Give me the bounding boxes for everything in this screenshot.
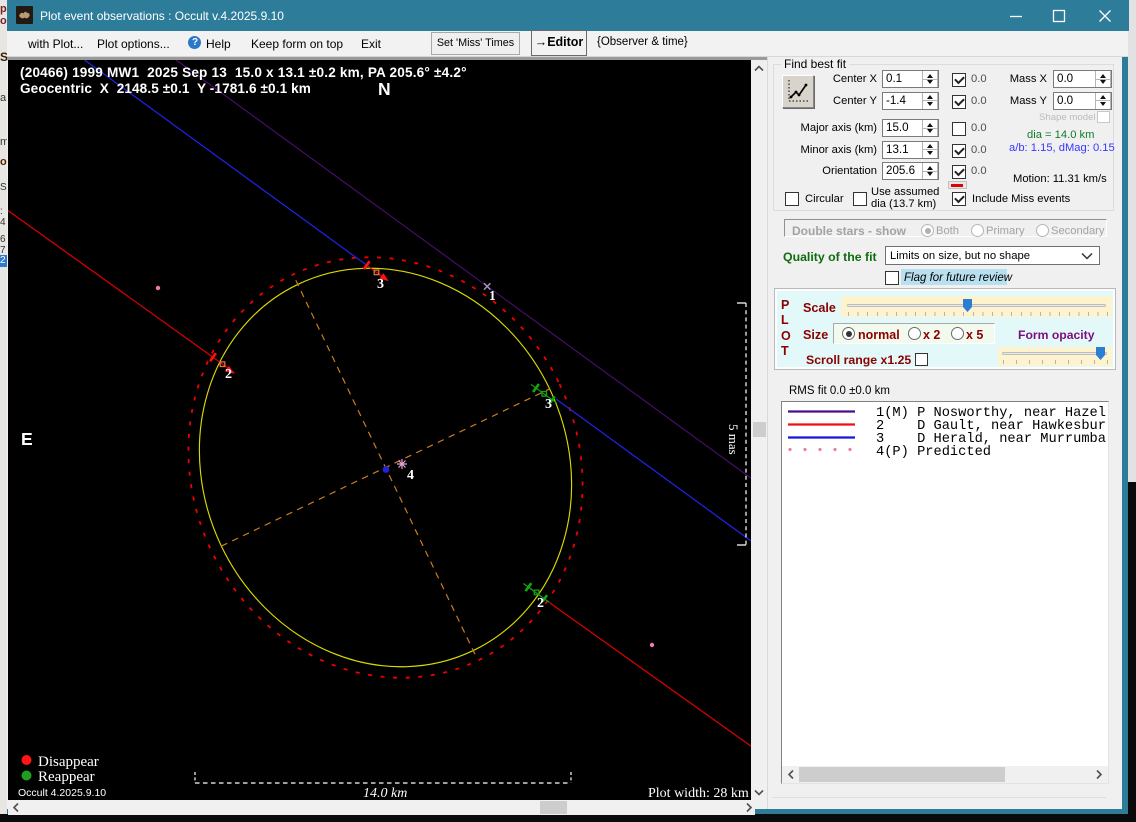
svg-text:Geocentric X 2148.5 ±0.1 Y: Geocentric X 2148.5 ±0.1 Y -1781.6 ±0.1 … bbox=[20, 81, 311, 96]
svg-text:3: 3 bbox=[545, 397, 552, 412]
svg-text:Disappear: Disappear bbox=[38, 754, 99, 770]
svg-text:5 mas: 5 mas bbox=[726, 424, 741, 455]
svg-text:14.0 km: 14.0 km bbox=[363, 786, 407, 800]
svg-text:2: 2 bbox=[537, 596, 544, 611]
svg-text:Plot width: 28 km: Plot width: 28 km bbox=[648, 786, 749, 800]
svg-text:4(P) Predicted: 4(P) Predicted bbox=[876, 445, 991, 460]
svg-text:(20466) 1999 MW1 2025 Sep 13: (20466) 1999 MW1 2025 Sep 13 15.0 x 13.1… bbox=[20, 65, 467, 80]
svg-text:Occult 4.2025.9.10: Occult 4.2025.9.10 bbox=[18, 787, 106, 799]
svg-text:4: 4 bbox=[407, 468, 414, 483]
svg-text:1: 1 bbox=[489, 288, 496, 303]
svg-text:E: E bbox=[21, 429, 33, 449]
svg-text:2: 2 bbox=[225, 367, 232, 382]
svg-text:N: N bbox=[378, 79, 391, 99]
svg-text:3: 3 bbox=[377, 277, 384, 292]
svg-text:Reappear: Reappear bbox=[38, 769, 95, 785]
